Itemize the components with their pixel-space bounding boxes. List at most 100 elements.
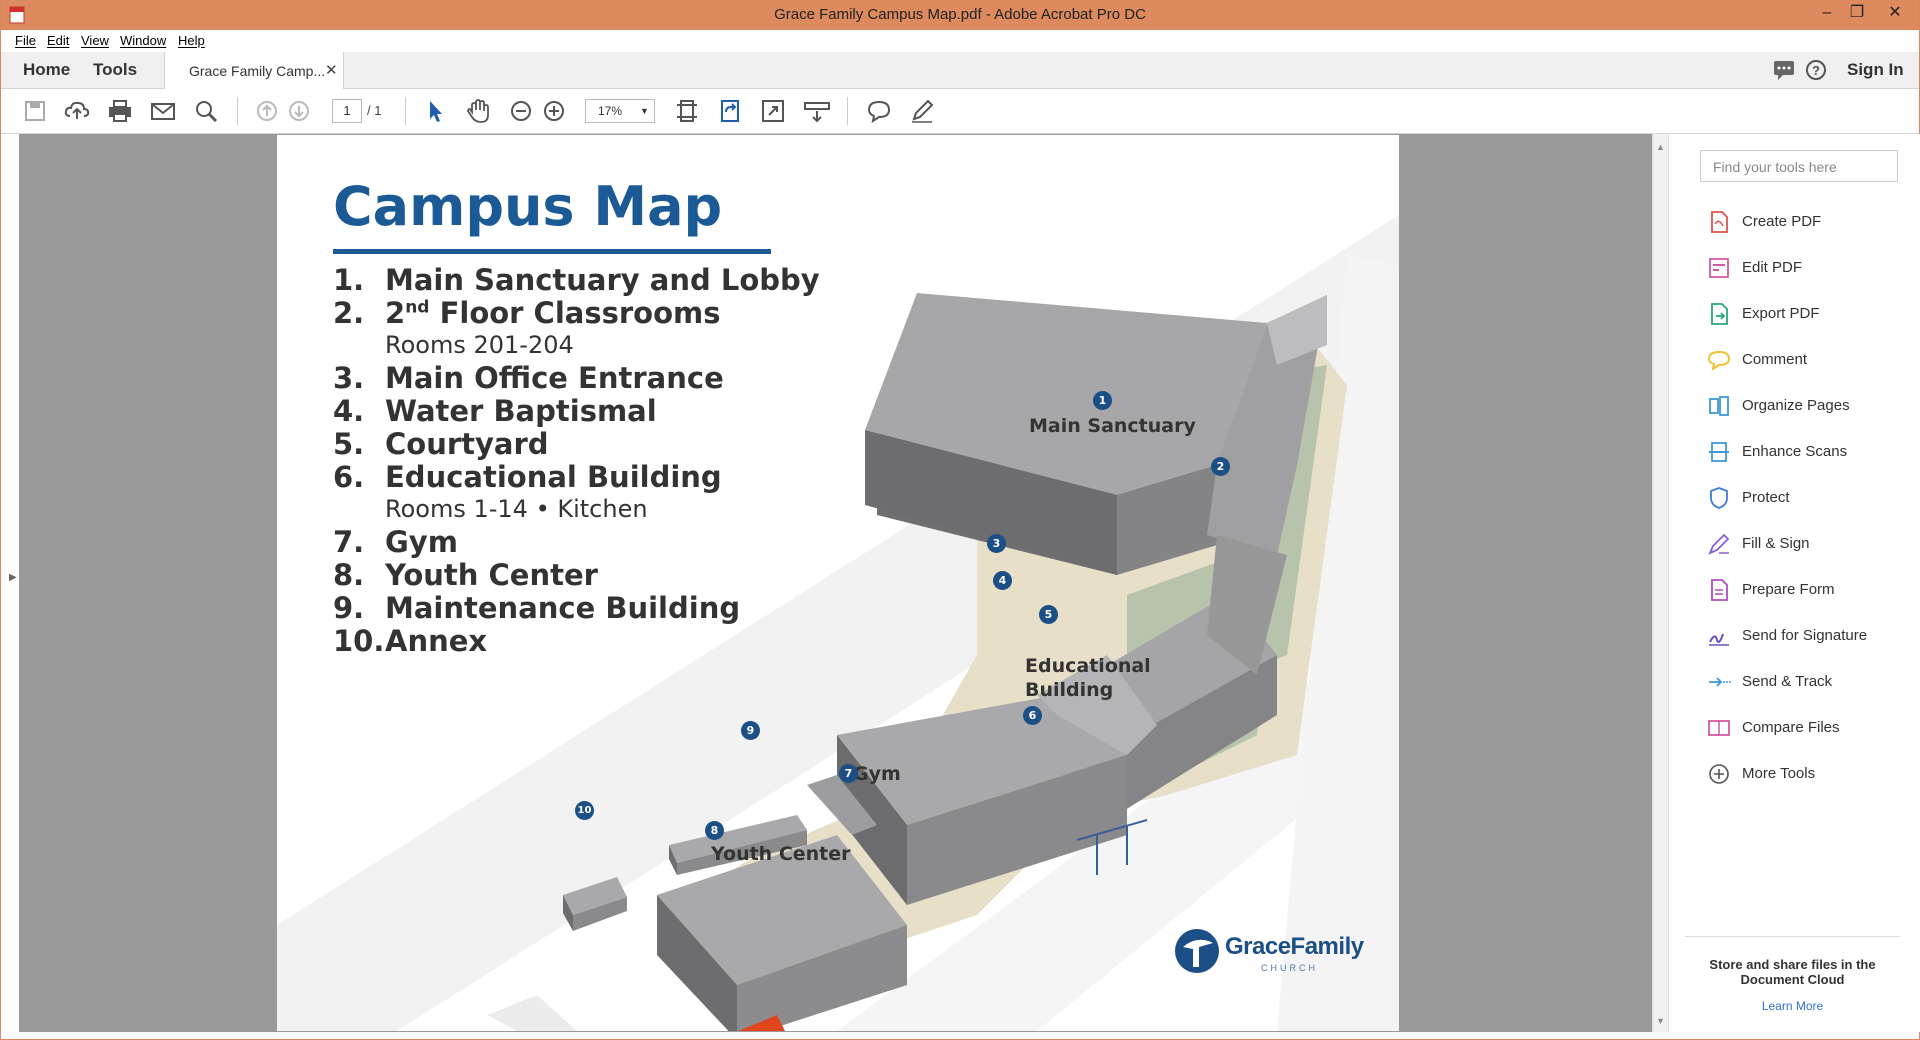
close-window-button[interactable]: ✕ xyxy=(1881,2,1909,24)
legend-text-main: Floor Classrooms xyxy=(429,296,721,330)
document-cloud-promo: Store and share files in the Document Cl… xyxy=(1685,936,1900,1013)
protect-icon xyxy=(1710,487,1728,509)
cloud-upload-icon[interactable] xyxy=(63,97,91,125)
map-label-educational: Educational xyxy=(1025,655,1151,677)
tools-tab[interactable]: Tools xyxy=(93,60,137,80)
comment-icon[interactable] xyxy=(865,97,893,125)
cloud-text-line-2: Document Cloud xyxy=(1740,972,1845,987)
map-badge-6: 6 xyxy=(1023,706,1042,725)
scroll-mode-icon[interactable] xyxy=(803,97,831,125)
acrobat-window: Grace Family Campus Map.pdf - Adobe Acro… xyxy=(1,0,1920,1039)
legend-number: 4. xyxy=(333,394,365,428)
map-label-youth-center: Youth Center xyxy=(711,843,851,865)
map-label-building: Building xyxy=(1025,679,1114,701)
map-badge-2: 2 xyxy=(1211,457,1230,476)
legend-number: 3. xyxy=(333,361,365,395)
zoom-value: 17% xyxy=(598,104,623,118)
document-tab[interactable]: Grace Family Camp... ✕ xyxy=(164,52,344,89)
menu-file[interactable]: File xyxy=(15,33,36,48)
legend-text-pre: 2 xyxy=(385,296,406,330)
legend-number: 6. xyxy=(333,460,365,494)
tool-label: Send for Signature xyxy=(1742,627,1868,644)
send-track-icon xyxy=(1709,677,1731,687)
tool-label: Enhance Scans xyxy=(1742,443,1848,460)
select-arrow-icon[interactable] xyxy=(421,97,449,125)
map-badge-1: 1 xyxy=(1093,391,1112,410)
scroll-down-icon[interactable]: ▼ xyxy=(1656,1016,1665,1026)
help-icon[interactable]: ? xyxy=(1805,59,1827,81)
pen-icon[interactable] xyxy=(908,97,936,125)
map-badge-10: 10 xyxy=(575,801,594,820)
zoom-out-icon[interactable] xyxy=(507,97,535,125)
rotate-icon[interactable] xyxy=(716,97,744,125)
map-badge-5: 5 xyxy=(1039,605,1058,624)
comment-tool-icon xyxy=(1707,350,1731,372)
tool-create-pdf[interactable]: Create PDF xyxy=(1707,208,1907,238)
tool-organize-pages[interactable]: Organize Pages xyxy=(1707,392,1907,422)
page-number-input[interactable]: 1 xyxy=(332,99,362,123)
map-badge-8: 8 xyxy=(705,821,724,840)
tool-label: More Tools xyxy=(1742,765,1816,782)
menu-bar: File Edit View Window Help xyxy=(1,30,1919,52)
minimize-button[interactable]: – xyxy=(1813,2,1841,24)
legend-subtext-value: Rooms 1-14 • Kitchen xyxy=(385,495,648,523)
next-page-icon[interactable] xyxy=(285,97,313,125)
logo-name: GraceFamily xyxy=(1225,933,1364,960)
scroll-up-icon[interactable]: ▲ xyxy=(1656,142,1665,152)
sign-in-button[interactable]: Sign In xyxy=(1847,60,1904,80)
zoom-in-icon[interactable] xyxy=(540,97,568,125)
page-fit-icon[interactable] xyxy=(673,97,701,125)
edit-pdf-icon xyxy=(1709,258,1729,278)
print-icon[interactable] xyxy=(106,97,134,125)
logo-church: CHURCH xyxy=(1261,963,1318,973)
tools-search-input[interactable]: Find your tools here xyxy=(1700,150,1898,182)
prev-page-icon[interactable] xyxy=(253,97,281,125)
email-icon[interactable] xyxy=(149,97,177,125)
tool-prepare-form[interactable]: Prepare Form xyxy=(1707,576,1907,606)
home-tab[interactable]: Home xyxy=(23,60,70,80)
legend-text: Gym xyxy=(385,525,458,559)
fullscreen-icon[interactable] xyxy=(759,97,787,125)
menu-view[interactable]: View xyxy=(81,33,109,48)
tool-label: Protect xyxy=(1742,489,1790,506)
close-tab-icon[interactable]: ✕ xyxy=(325,61,338,79)
enhance-scans-icon xyxy=(1709,442,1729,462)
cloud-text-line-1: Store and share files in the xyxy=(1709,957,1876,972)
tool-edit-pdf[interactable]: Edit PDF xyxy=(1707,254,1907,284)
map-badge-7: 7 xyxy=(839,764,858,783)
tool-comment[interactable]: Comment xyxy=(1707,346,1907,376)
legend-text: Main Sanctuary and Lobby xyxy=(385,263,820,297)
learn-more-link[interactable]: Learn More xyxy=(1685,999,1900,1013)
zoom-select[interactable]: 17% ▼ xyxy=(585,99,655,123)
tab-bar: Home Tools Grace Family Camp... ✕ ? Sign… xyxy=(1,52,1919,89)
tool-protect[interactable]: Protect xyxy=(1707,484,1907,514)
menu-edit[interactable]: Edit xyxy=(47,33,69,48)
tool-enhance-scans[interactable]: Enhance Scans xyxy=(1707,438,1907,468)
save-icon[interactable] xyxy=(21,97,49,125)
menu-window[interactable]: Window xyxy=(120,33,166,48)
maximize-button[interactable]: ❐ xyxy=(1843,2,1871,24)
collapse-left-pane-icon[interactable]: ▶ xyxy=(9,572,17,583)
chat-icon[interactable] xyxy=(1773,60,1795,80)
tool-label: Fill & Sign xyxy=(1742,535,1810,552)
tool-more-tools[interactable]: More Tools xyxy=(1707,760,1907,790)
tool-send-for-signature[interactable]: Send for Signature xyxy=(1707,622,1907,652)
tool-fill-sign[interactable]: Fill & Sign xyxy=(1707,530,1907,560)
legend-text: Courtyard xyxy=(385,427,549,461)
page-title: Campus Map xyxy=(333,175,723,238)
tools-pane: Find your tools here Create PDF Edit PDF… xyxy=(1668,134,1920,1032)
legend-text: Maintenance Building xyxy=(385,591,741,625)
hand-icon[interactable] xyxy=(464,97,492,125)
grace-family-logo: GraceFamily CHURCH xyxy=(1173,927,1364,987)
legend-number: 2. xyxy=(333,296,365,330)
tool-send-track[interactable]: Send & Track xyxy=(1707,668,1907,698)
church-logo-icon xyxy=(1175,929,1219,973)
legend-number: 5. xyxy=(333,427,365,461)
tool-label: Create PDF xyxy=(1742,213,1822,230)
tool-compare-files[interactable]: Compare Files xyxy=(1707,714,1907,744)
vertical-scrollbar[interactable]: ▲ ▼ xyxy=(1652,134,1668,1032)
menu-help[interactable]: Help xyxy=(178,33,205,48)
search-icon[interactable] xyxy=(192,97,220,125)
tool-export-pdf[interactable]: Export PDF xyxy=(1707,300,1907,330)
legend-text-sup: nd xyxy=(405,297,430,318)
